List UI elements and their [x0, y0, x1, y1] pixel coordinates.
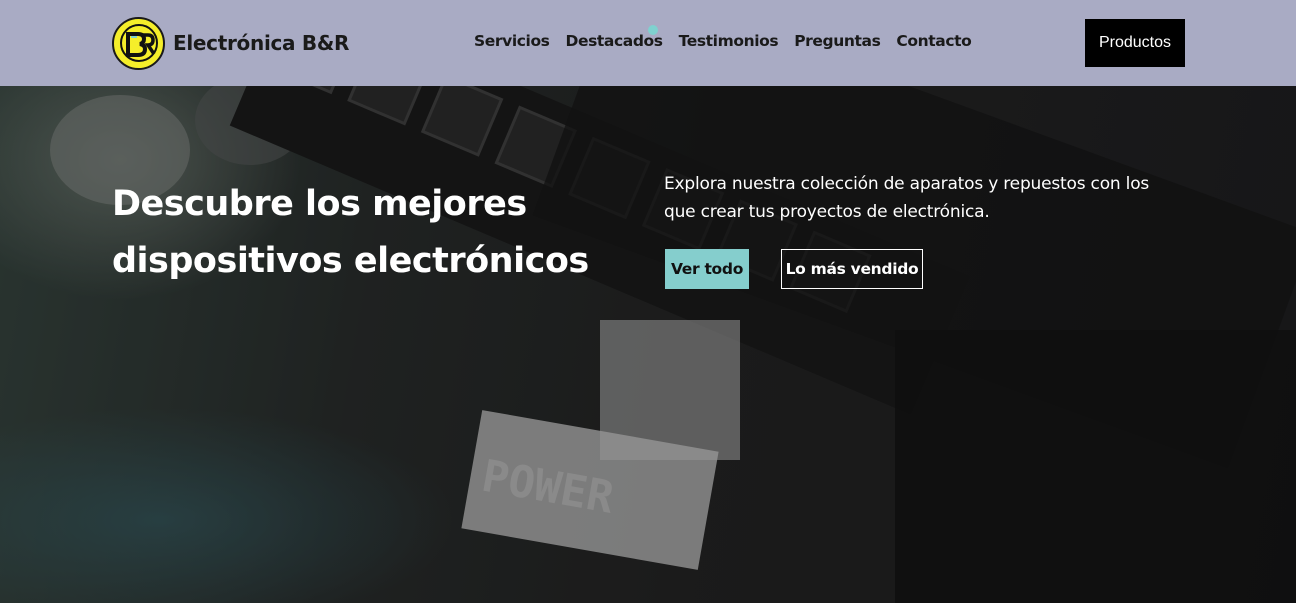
nav-link-contacto[interactable]: Contacto: [896, 32, 971, 50]
products-button[interactable]: Productos: [1085, 19, 1185, 67]
active-indicator-dot: [648, 25, 658, 35]
view-all-button[interactable]: Ver todo: [665, 249, 749, 289]
main-menu: Servicios Destacados Testimonios Pregunt…: [474, 32, 972, 50]
nav-link-servicios[interactable]: Servicios: [474, 32, 550, 50]
hero-headline-line1: Descubre los mejores: [112, 184, 527, 224]
hero-headline-line2: dispositivos electrónicos: [112, 241, 589, 281]
nav-link-preguntas[interactable]: Preguntas: [794, 32, 881, 50]
hero-description-line2: que crear tus proyectos de electrónica.: [664, 202, 990, 222]
hero-description: Explora nuestra colección de aparatos y …: [664, 170, 1184, 226]
navbar: Electrónica B&R Servicios Destacados Tes…: [0, 0, 1296, 86]
br-monogram-icon: [112, 16, 165, 70]
hero-overlay: [0, 0, 1296, 603]
hero-description-line1: Explora nuestra colección de aparatos y …: [664, 174, 1150, 194]
nav-link-destacados[interactable]: Destacados: [566, 32, 663, 50]
brand-name: Electrónica B&R: [173, 31, 350, 55]
hero-headline: Descubre los mejores dispositivos electr…: [112, 176, 612, 290]
brand[interactable]: Electrónica B&R: [112, 16, 349, 70]
best-sellers-button[interactable]: Lo más vendido: [781, 249, 923, 289]
page: POWER Electrónica B&R Servicios Destacad…: [0, 0, 1296, 603]
nav-link-testimonios[interactable]: Testimonios: [679, 32, 779, 50]
